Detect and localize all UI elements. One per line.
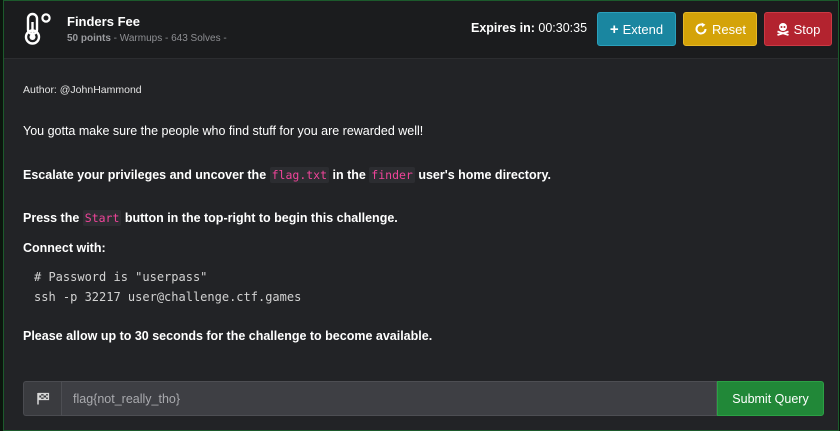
connect-heading: Connect with: bbox=[23, 241, 106, 255]
challenge-points: 50 points bbox=[67, 33, 111, 44]
code-line-2: ssh -p 32217 user@challenge.ctf.games bbox=[34, 290, 302, 304]
extend-button[interactable]: + Extend bbox=[597, 12, 676, 46]
objective-part-1: Escalate your privileges and uncover the bbox=[23, 168, 270, 182]
expires-value: 00:30:35 bbox=[534, 21, 588, 35]
thermometer-icon bbox=[24, 12, 51, 45]
start-part-1: Press the bbox=[23, 211, 83, 225]
submit-query-button[interactable]: Submit Query bbox=[717, 381, 824, 416]
start-instruction: Press the Start button in the top-right … bbox=[23, 210, 398, 226]
author-line: Author: @JohnHammond bbox=[23, 84, 142, 96]
challenge-header: Finders Fee 50 points - Warmups - 643 So… bbox=[4, 1, 838, 59]
skull-crossbones-icon bbox=[776, 23, 789, 36]
availability-note: Please allow up to 30 seconds for the ch… bbox=[23, 329, 433, 343]
objective-part-2: in the bbox=[329, 168, 370, 182]
code-line-1: # Password is "userpass" bbox=[34, 270, 208, 284]
flag-input[interactable] bbox=[61, 381, 717, 416]
flag-icon bbox=[36, 392, 49, 405]
challenge-category-solves: - Warmups - 643 Solves - bbox=[110, 33, 227, 44]
page-background: Finders Fee 50 points - Warmups - 643 So… bbox=[0, 0, 840, 431]
flag-submit-form: Submit Query bbox=[23, 381, 824, 416]
challenge-meta: 50 points - Warmups - 643 Solves - bbox=[67, 33, 227, 44]
start-code: Start bbox=[82, 210, 122, 226]
flag-input-addon bbox=[23, 381, 61, 416]
stop-label: Stop bbox=[793, 21, 821, 37]
reset-button[interactable]: Reset bbox=[683, 12, 757, 46]
objective-part-3: user's home directory. bbox=[414, 168, 551, 182]
start-part-2: button in the top-right to begin this ch… bbox=[121, 211, 398, 225]
challenge-title: Finders Fee bbox=[67, 14, 140, 29]
extend-label: Extend bbox=[622, 21, 664, 37]
objective-text: Escalate your privileges and uncover the… bbox=[23, 167, 551, 183]
reset-label: Reset bbox=[712, 21, 746, 37]
finder-user-code: finder bbox=[369, 167, 415, 183]
redo-icon bbox=[695, 22, 707, 35]
expires-timer: Expires in: 00:30:35 bbox=[471, 21, 587, 35]
flag-filename-code: flag.txt bbox=[269, 167, 330, 183]
intro-text: You gotta make sure the people who find … bbox=[23, 124, 424, 138]
stop-button[interactable]: Stop bbox=[764, 12, 832, 46]
plus-icon: + bbox=[609, 20, 619, 38]
expires-label: Expires in: bbox=[471, 21, 535, 35]
challenge-card: Finders Fee 50 points - Warmups - 643 So… bbox=[3, 0, 839, 431]
connect-code-block: # Password is "userpass" ssh -p 32217 us… bbox=[23, 265, 803, 309]
